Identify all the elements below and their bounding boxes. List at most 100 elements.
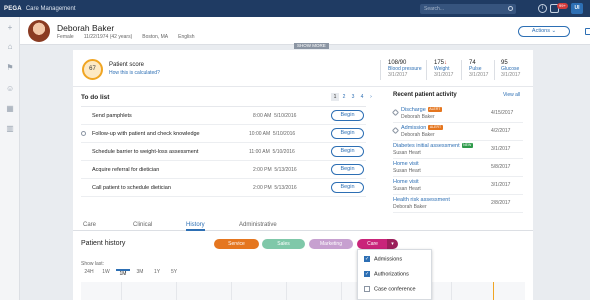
left-nav-rail: + ⌂ ⚑ ☺ ▦ ▥ <box>0 17 20 300</box>
page-3[interactable]: 3 <box>349 93 357 101</box>
page-4[interactable]: 4 <box>358 93 366 101</box>
patient-name: Deborah Baker <box>57 23 115 33</box>
tab-history[interactable]: History <box>186 222 205 231</box>
actions-button[interactable]: Actions ⌄ <box>518 26 570 37</box>
pill-icon <box>391 126 400 135</box>
user-avatar[interactable]: UI <box>571 3 583 14</box>
recent-activity-title: Recent patient activity <box>393 92 457 98</box>
option-label: Admissions <box>374 256 403 263</box>
page-1[interactable]: 1 <box>331 93 339 101</box>
flag-icon[interactable]: ⚑ <box>6 64 14 72</box>
todo-text: Acquire referral for dietician <box>92 167 160 173</box>
range-3m[interactable]: 3M <box>133 269 147 275</box>
filter-marketing[interactable]: Marketing <box>309 239 353 249</box>
chevron-down-icon[interactable]: ▾ <box>387 239 398 249</box>
tab-care[interactable]: Care <box>83 222 96 228</box>
begin-button[interactable]: Begin <box>331 182 364 193</box>
tab-administrative[interactable]: Administrative <box>239 222 277 228</box>
activity-date: 3/1/2017 <box>491 146 511 152</box>
alert-badge: ALERT <box>427 107 442 113</box>
patient-gender: Female <box>57 34 74 40</box>
chevron-right-icon[interactable]: › <box>367 93 375 101</box>
timeline-gridline <box>341 282 342 300</box>
app-name: Care Management <box>25 5 76 12</box>
history-timeline[interactable] <box>81 282 525 300</box>
begin-button[interactable]: Begin <box>331 164 364 175</box>
search-input[interactable]: Search... <box>420 4 516 14</box>
range-1m[interactable]: 1M <box>116 269 130 277</box>
info-icon[interactable]: i <box>538 4 547 13</box>
divider <box>73 86 533 87</box>
people-icon[interactable]: ☺ <box>6 85 14 93</box>
vital-date: 3/1/2017 <box>434 72 454 78</box>
filter-sales[interactable]: Sales <box>262 239 305 249</box>
vital-date: 3/1/2017 <box>501 72 521 78</box>
activity-date: 4/15/2017 <box>491 110 514 116</box>
checkbox-icon[interactable] <box>364 286 370 292</box>
score-help-link[interactable]: How this is calculated? <box>109 70 160 76</box>
activity-item[interactable]: Admission ALERT Deborah Baker 4/2/2017 <box>391 123 523 141</box>
activity-title[interactable]: Admission ALERT <box>401 125 443 131</box>
patient-overview-card: 67 Patient score How this is calculated?… <box>73 50 533 300</box>
patient-history-title: Patient history <box>81 240 126 247</box>
activity-title[interactable]: Diabetes initial assessment NEW <box>393 143 473 149</box>
begin-button[interactable]: Begin <box>331 110 364 121</box>
option-label: Authorizations <box>374 271 409 278</box>
filter-care[interactable]: Care <box>357 239 388 249</box>
search-placeholder: Search... <box>424 6 445 12</box>
todo-text: Follow-up with patient and check knowled… <box>92 131 200 137</box>
checkbox-checked-icon[interactable]: ✓ <box>364 256 370 262</box>
option-authorizations[interactable]: ✓ Authorizations <box>364 271 409 277</box>
patient-meta: Female 11/22/1974 (42 years) Boston, MA … <box>57 34 195 40</box>
todo-text: Schedule barrier to weight-loss assessme… <box>92 149 199 155</box>
option-case-conference[interactable]: Case conference <box>364 286 416 292</box>
todo-item: Send pamphlets 8:00 AM 5/10/2016 Begin <box>81 107 366 125</box>
reports-icon[interactable]: ▥ <box>6 125 14 133</box>
divider <box>426 60 427 80</box>
range-5y[interactable]: 5Y <box>167 269 181 275</box>
activity-title[interactable]: Health risk assessment <box>393 197 450 203</box>
activity-title[interactable]: Home visit <box>393 161 419 167</box>
begin-button[interactable]: Begin <box>331 128 364 139</box>
activity-item[interactable]: Home visit Susan Heart 3/1/2017 <box>393 177 523 195</box>
activity-item[interactable]: Diabetes initial assessment NEW Susan Hea… <box>393 141 523 159</box>
patient-location: Boston, MA <box>142 34 169 40</box>
range-1w[interactable]: 1W <box>99 269 113 275</box>
vital-weight: 175↓ Weight 3/1/2017 <box>434 60 453 78</box>
page-2[interactable]: 2 <box>340 93 348 101</box>
pill-icon <box>391 108 400 117</box>
tab-clinical[interactable]: Clinical <box>133 222 152 228</box>
todo-item: Call patient to schedule dietician 2:00 … <box>81 179 366 197</box>
checkbox-checked-icon[interactable]: ✓ <box>364 271 370 277</box>
activity-title[interactable]: Discharge ALERT <box>401 107 442 113</box>
add-icon[interactable]: + <box>6 24 14 32</box>
calendar-icon[interactable]: ▦ <box>6 105 14 113</box>
range-1y[interactable]: 1Y <box>150 269 164 275</box>
search-icon[interactable] <box>508 6 513 11</box>
view-all-link[interactable]: View all <box>503 92 520 98</box>
brand-logo[interactable]: PEGA <box>4 6 22 12</box>
home-icon[interactable]: ⌂ <box>6 43 14 51</box>
todo-datetime: 2:00 PM 5/13/2016 <box>253 185 297 191</box>
todo-datetime: 2:00 PM 5/13/2016 <box>253 167 297 173</box>
timeline-gridline <box>121 282 122 300</box>
filter-service[interactable]: Service <box>214 239 259 249</box>
option-admissions[interactable]: ✓ Admissions <box>364 256 402 262</box>
patient-avatar <box>28 20 50 42</box>
begin-button[interactable]: Begin <box>331 146 364 157</box>
activity-item[interactable]: Home visit Susan Heart 5/8/2017 <box>393 159 523 177</box>
activity-date: 5/8/2017 <box>491 164 511 170</box>
activity-item[interactable]: Discharge ALERT Deborah Baker 4/15/2017 <box>391 105 523 123</box>
activity-item[interactable]: Health risk assessment Deborah Baker 2/8… <box>393 195 523 213</box>
range-24h[interactable]: 24H <box>82 269 96 275</box>
timeline-today-marker <box>493 282 494 300</box>
timeline-gridline <box>231 282 232 300</box>
activity-author: Deborah Baker <box>401 132 435 138</box>
activity-title[interactable]: Home visit <box>393 179 419 185</box>
show-more-button[interactable]: SHOW MORE <box>294 43 329 49</box>
patient-header: Deborah Baker Female 11/22/1974 (42 year… <box>20 17 590 45</box>
activity-author: Susan Heart <box>393 150 421 156</box>
chat-icon[interactable] <box>585 28 590 35</box>
divider <box>494 60 495 80</box>
section-tabs: Care Clinical History Administrative <box>73 221 533 231</box>
